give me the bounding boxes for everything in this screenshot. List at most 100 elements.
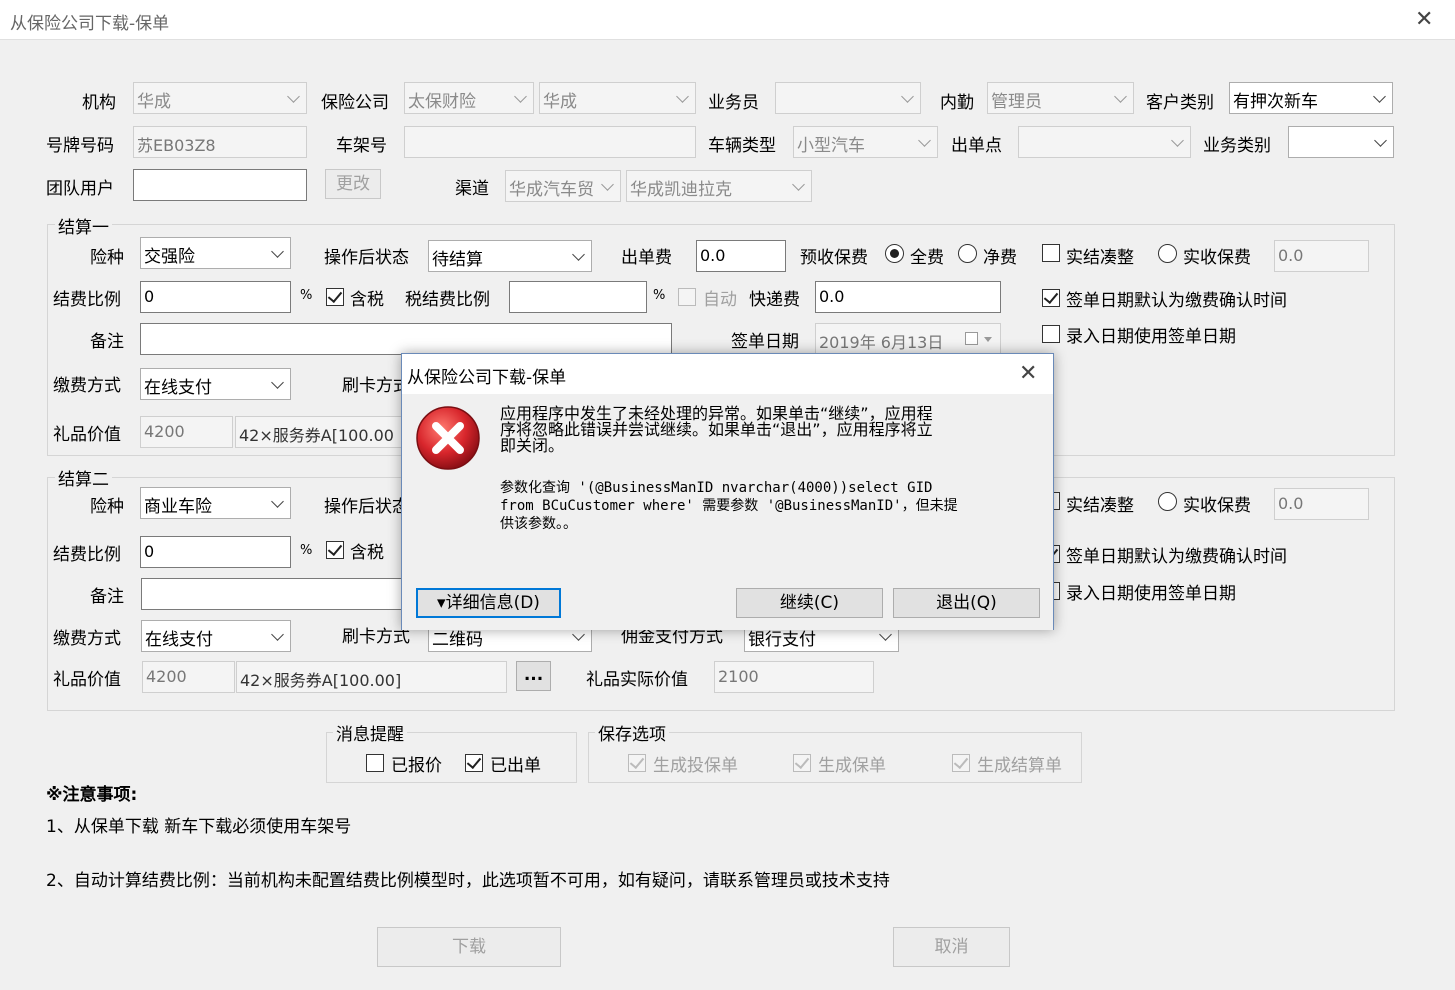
gift1-value-field[interactable]: 4200 [140, 416, 233, 448]
save-title: 保存选项 [595, 720, 669, 745]
full-fee-label: 全费 [910, 248, 944, 268]
window-title: 从保险公司下载-保单 [10, 14, 170, 34]
save-opt3-checkbox[interactable] [952, 754, 970, 772]
sign-default1-checkbox[interactable] [1042, 289, 1060, 307]
insurer-select[interactable]: 太保财险 [404, 82, 534, 114]
customer-type-select[interactable]: 有押次新车 [1229, 82, 1393, 114]
chevron-down-icon [271, 376, 284, 389]
chevron-down-icon [271, 495, 284, 508]
save-opt1-label: 生成投保单 [653, 756, 738, 776]
org-select[interactable]: 华成 [133, 82, 307, 114]
dialog-message: 应用程序中发生了未经处理的异常。如果单击“继续”，应用程 序将忽略此错误并尝试继… [500, 406, 933, 454]
issued-checkbox[interactable] [465, 754, 483, 772]
biz-type-label: 业务类别 [1203, 136, 1271, 156]
chevron-down-icon [601, 178, 614, 191]
quoted-checkbox[interactable] [366, 754, 384, 772]
channel-sub-select[interactable]: 华成凯迪拉克 [626, 170, 812, 202]
pay2-select[interactable]: 在线支付 [141, 620, 291, 652]
issue-point-select[interactable] [1018, 126, 1191, 158]
biz-type-select[interactable] [1288, 126, 1394, 158]
tax-ratio-label: 税结费比例 [405, 290, 490, 310]
save-opt2-checkbox[interactable] [793, 754, 811, 772]
actual1-radio[interactable] [1158, 244, 1177, 263]
gift2-desc-field[interactable]: 42×服务券A[100.00] [236, 661, 507, 693]
ratio2-percent: % [300, 543, 313, 558]
auto-label: 自动 [703, 290, 737, 310]
remark1-label: 备注 [90, 332, 124, 352]
remark2-field[interactable] [141, 578, 411, 610]
sign-default2-label: 签单日期默认为缴费确认时间 [1066, 547, 1287, 567]
window-titlebar: 从保险公司下载-保单 ✕ [0, 0, 1455, 40]
tax2-label: 含税 [350, 543, 384, 563]
vin-field[interactable] [404, 126, 696, 158]
cancel-button[interactable]: 取消 [893, 927, 1010, 967]
express-field[interactable]: 0.0 [815, 281, 1001, 313]
dialog-msg2-line2: from BCuCustomer where' 需要参数 '@BusinessM… [500, 498, 958, 514]
gift-actual-field[interactable]: 2100 [714, 661, 874, 693]
chevron-down-icon [1374, 134, 1387, 147]
dialog-close-icon[interactable]: ✕ [1019, 363, 1037, 385]
ratio2-label: 结费比例 [53, 545, 121, 565]
close-icon[interactable]: ✕ [1415, 9, 1433, 31]
ratio2-field[interactable]: 0 [140, 536, 291, 568]
status1-select[interactable]: 待结算 [428, 240, 592, 272]
entry-date2-label: 录入日期使用签单日期 [1066, 584, 1236, 604]
vehicle-type-select[interactable]: 小型汽车 [793, 126, 938, 158]
pay2-label: 缴费方式 [53, 629, 121, 649]
tax-ratio-field[interactable] [509, 281, 647, 313]
save-opt1-checkbox[interactable] [628, 754, 646, 772]
insurer-branch-select[interactable]: 华成 [539, 82, 696, 114]
prepay-label: 预收保费 [800, 248, 868, 268]
download-button[interactable]: 下载 [377, 927, 561, 967]
gift2-value-field[interactable]: 4200 [142, 661, 235, 693]
quoted-label: 已报价 [391, 756, 442, 776]
save-opt2-label: 生成保单 [818, 756, 886, 776]
remark2-label: 备注 [90, 587, 124, 607]
auto-checkbox[interactable] [678, 288, 696, 306]
chevron-down-icon [514, 90, 527, 103]
more-button[interactable]: ... [516, 661, 551, 691]
agent-label: 业务员 [708, 93, 759, 113]
full-fee-radio[interactable] [885, 244, 904, 263]
vehicle-type-label: 车辆类型 [708, 136, 776, 156]
actual2-radio[interactable] [1158, 492, 1177, 511]
agent-select[interactable] [775, 82, 921, 114]
chevron-down-icon [1171, 134, 1184, 147]
tax2-checkbox[interactable] [326, 541, 344, 559]
gift1-desc-field[interactable]: 42×服务券A[100.00 [235, 416, 405, 448]
ratio1-field[interactable]: 0 [140, 281, 291, 313]
error-dialog: 从保险公司下载-保单 ✕ 应用程序中发生了未经处理的异常。如果单击“继续”，应用… [401, 353, 1054, 630]
risk2-label: 险种 [90, 497, 124, 517]
pay1-select[interactable]: 在线支付 [140, 368, 291, 400]
tax1-checkbox[interactable] [326, 288, 344, 306]
round1-checkbox[interactable] [1042, 244, 1060, 262]
gift2-label: 礼品价值 [53, 670, 121, 690]
entry-date1-checkbox[interactable] [1042, 325, 1060, 343]
chevron-down-icon [1373, 90, 1386, 103]
calendar-icon[interactable] [965, 332, 978, 345]
plate-field[interactable]: 苏EB03Z8 [133, 126, 307, 158]
continue-button[interactable]: 继续(C) [736, 588, 883, 618]
details-button[interactable]: ▾详细信息(D) [416, 588, 561, 618]
quit-button[interactable]: 退出(Q) [893, 588, 1040, 618]
risk2-select[interactable]: 商业车险 [140, 487, 291, 519]
team-label: 团队用户 [46, 179, 114, 199]
fee1-field[interactable]: 0.0 [696, 240, 786, 272]
change-button[interactable]: 更改 [325, 169, 381, 199]
remark1-field[interactable] [140, 323, 672, 355]
actual2-field[interactable]: 0.0 [1274, 488, 1369, 520]
net-fee-radio[interactable] [958, 244, 977, 263]
dialog-detail-message: 参数化查询 '(@BusinessManID nvarchar(4000))se… [500, 479, 958, 533]
save-opt3-label: 生成结算单 [977, 756, 1062, 776]
card2-label: 刷卡方式 [342, 627, 410, 647]
actual1-field[interactable]: 0.0 [1274, 240, 1369, 272]
org-label: 机构 [82, 93, 116, 113]
customer-type-label: 客户类别 [1146, 93, 1214, 113]
risk1-label: 险种 [90, 248, 124, 268]
team-field[interactable] [133, 169, 307, 201]
chevron-down-icon [984, 337, 992, 342]
sign-date-picker[interactable]: 2019年 6月13日 [815, 323, 1001, 355]
internal-select[interactable]: 管理员 [987, 82, 1134, 114]
risk1-select[interactable]: 交强险 [140, 237, 291, 269]
channel-select[interactable]: 华成汽车贸 [505, 170, 621, 202]
